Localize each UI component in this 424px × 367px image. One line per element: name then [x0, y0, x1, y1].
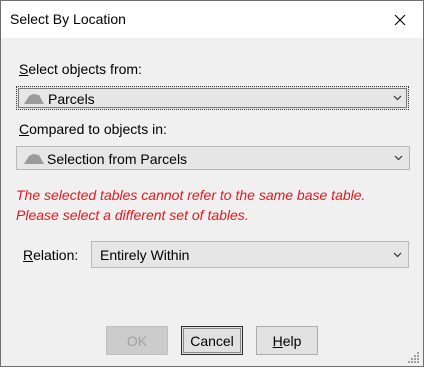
help-button[interactable]: Help [256, 326, 318, 355]
chevron-down-icon [393, 95, 402, 101]
compared-to-objects-value: Selection from Parcels [47, 151, 188, 167]
compared-to-objects-label: Compared to objects in: [19, 121, 167, 137]
chevron-down-icon [393, 252, 402, 258]
select-objects-from-dropdown[interactable]: Parcels [16, 86, 409, 110]
relation-value: Entirely Within [100, 247, 190, 263]
close-button[interactable] [377, 1, 423, 38]
window-title: Select By Location [10, 11, 126, 27]
select-by-location-dialog: Select By Location Select objects from: … [0, 0, 424, 367]
relation-label: Relation: [23, 247, 79, 263]
error-line-2: Please select a different set of tables. [16, 207, 249, 223]
title-bar: Select By Location [1, 1, 423, 38]
select-objects-from-label: Select objects from: [19, 61, 142, 77]
ok-button[interactable]: OK [106, 326, 168, 355]
error-line-1: The selected tables cannot refer to the … [16, 187, 366, 203]
close-icon [394, 14, 406, 25]
relation-dropdown[interactable]: Entirely Within [91, 241, 409, 268]
polygon-layer-icon [24, 154, 44, 164]
error-message: The selected tables cannot refer to the … [16, 185, 365, 225]
select-objects-from-value: Parcels [48, 91, 95, 107]
polygon-layer-icon [24, 94, 44, 104]
compared-to-objects-dropdown[interactable]: Selection from Parcels [16, 146, 410, 170]
chevron-down-icon [394, 155, 403, 161]
cancel-button[interactable]: Cancel [181, 326, 243, 355]
resize-grip-icon[interactable] [408, 351, 420, 363]
